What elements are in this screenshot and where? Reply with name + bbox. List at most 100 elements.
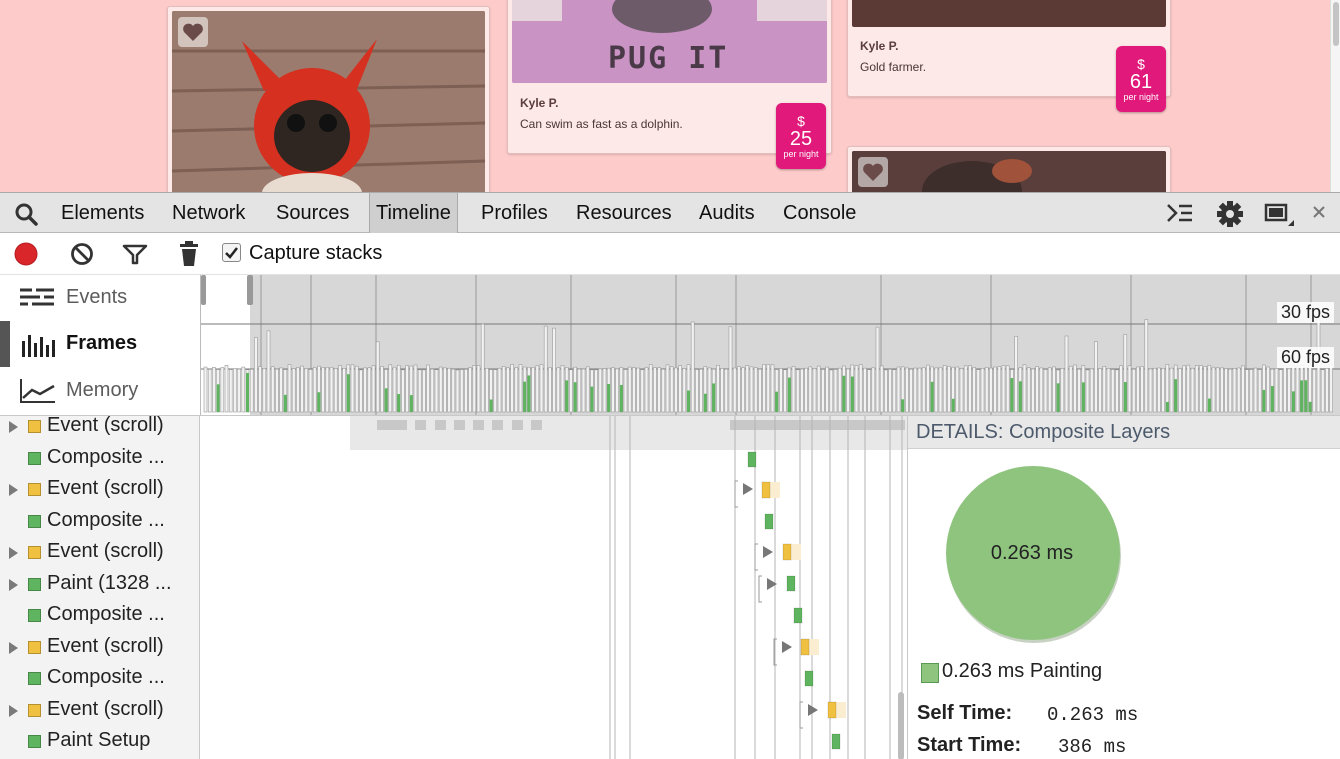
listing-card[interactable]: PUG IT Kyle P. Can swim as fast as a dol… [507,0,832,169]
record-color-swatch [28,672,41,685]
tab-resources[interactable]: Resources [576,193,672,233]
expand-arrow-icon[interactable] [9,578,18,591]
record-row[interactable]: Event (scroll) [0,633,199,664]
record-row[interactable]: Paint (1328 ... [0,570,199,601]
search-icon [15,203,38,226]
price-tag: $ 25 per night [776,103,826,169]
scrollbar-thumb[interactable] [1333,2,1339,46]
timeline-grid[interactable] [200,415,907,759]
show-console-drawer-button[interactable] [1166,202,1194,229]
record-row[interactable]: Event (scroll) [0,696,199,727]
favorite-button[interactable] [178,17,208,47]
expand-arrow-icon[interactable] [9,547,18,559]
devtools-tabbar: Elements Network Sources Timeline Profil… [0,192,1340,233]
record-label: Event (scroll) [47,477,164,499]
tab-elements[interactable]: Elements [61,193,144,233]
mode-memory[interactable]: Memory [0,368,200,414]
mode-events[interactable]: Events [0,275,200,321]
dock-icon [1264,203,1294,226]
price-value: 25 [789,128,813,150]
clear-button[interactable] [70,242,94,271]
record-color-swatch [28,735,41,748]
heart-icon [183,23,203,41]
record-color-swatch [28,640,41,654]
mode-memory-label: Memory [66,379,139,401]
page-scrollbar[interactable] [1330,0,1340,192]
filter-button[interactable] [122,243,148,270]
photo-caption: PUG IT [608,41,729,76]
listing-photo [852,0,1166,27]
mode-frames-label: Frames [66,332,138,354]
tab-sources[interactable]: Sources [276,193,349,233]
trash-icon [180,241,198,266]
capture-stacks-label: Capture stacks [249,242,383,264]
capture-stacks-checkbox[interactable] [222,243,241,262]
listing-description: Can swim as fast as a dolphin. [520,117,683,131]
expand-arrow-icon[interactable] [9,484,18,496]
timeline-bars [350,416,907,759]
record-row[interactable]: Composite ... [0,664,199,695]
details-panel: DETAILS: Composite Layers 0.263 ms 0.263… [907,415,1340,759]
tab-console[interactable]: Console [783,193,856,233]
start-time-value: 386 ms [1058,736,1127,758]
listing-photo: PUG IT [512,0,827,83]
frames-icon [22,335,55,357]
record-button[interactable] [14,242,38,271]
mode-frames[interactable]: Frames [0,321,200,367]
frames-overview[interactable]: 30 fps 60 fps [200,275,1340,415]
favorite-button[interactable] [858,157,888,187]
checkmark-icon [225,247,238,259]
currency-symbol: $ [797,113,805,129]
record-row[interactable]: Event (scroll) [0,475,199,506]
record-color-swatch [28,609,41,622]
tab-profiles[interactable]: Profiles [481,193,548,233]
tab-network[interactable]: Network [172,193,245,233]
record-row[interactable]: Composite ... [0,444,199,475]
record-color-swatch [28,420,41,433]
listing-owner: Kyle P. [860,39,899,53]
record-color-swatch [28,577,41,591]
record-label: Event (scroll) [47,697,164,720]
record-row[interactable]: Event (scroll) [0,538,199,569]
price-unit: per night [1123,92,1159,102]
dock-side-button[interactable] [1264,202,1294,233]
tab-audits[interactable]: Audits [699,193,755,233]
self-time-label: Self Time: [917,702,1013,724]
price-unit: per night [783,149,819,159]
listing-card[interactable] [167,6,490,192]
close-devtools-button[interactable] [1311,203,1327,226]
listing-description: Gold farmer. [860,60,927,74]
listing-card[interactable] [847,146,1171,192]
settings-button[interactable] [1216,201,1244,232]
fps30-label: 30 fps [1277,302,1335,323]
record-label: Composite ... [47,445,165,468]
search-button[interactable] [14,202,38,231]
gear-icon [1217,201,1243,227]
console-drawer-icon [1167,204,1192,222]
expand-arrow-icon[interactable] [9,704,18,717]
record-label: Composite ... [47,666,165,688]
tab-timeline[interactable]: Timeline [369,193,458,233]
timeline-records: Event (scroll) Composite ... Event (scroll… [0,415,200,759]
expand-arrow-icon[interactable] [9,641,18,654]
record-label: Paint Setup [47,729,151,751]
legend-swatch [921,663,939,683]
record-color-swatch [28,546,41,559]
start-time-label: Start Time: [917,734,1022,756]
record-row[interactable]: Composite ... [0,507,199,538]
currency-symbol: $ [1137,56,1145,72]
listing-card[interactable]: Kyle P. Gold farmer. $ 61 per night [847,0,1171,112]
record-row[interactable]: Composite ... [0,601,199,632]
expand-arrow-icon[interactable] [9,421,18,433]
memory-icon [20,379,55,403]
pie-value: 0.263 ms [990,542,1074,564]
record-color-swatch [28,514,41,528]
record-label: Event (scroll) [47,415,164,436]
record-row[interactable]: Paint Setup [0,727,199,758]
garbage-collect-button[interactable] [179,241,199,272]
self-time-value: 0.263 ms [1047,704,1139,726]
price-tag: $ 61 per night [1116,46,1166,112]
record-color-swatch [28,451,41,465]
record-row[interactable]: Event (scroll) [0,415,199,443]
record-color-swatch [28,703,41,717]
